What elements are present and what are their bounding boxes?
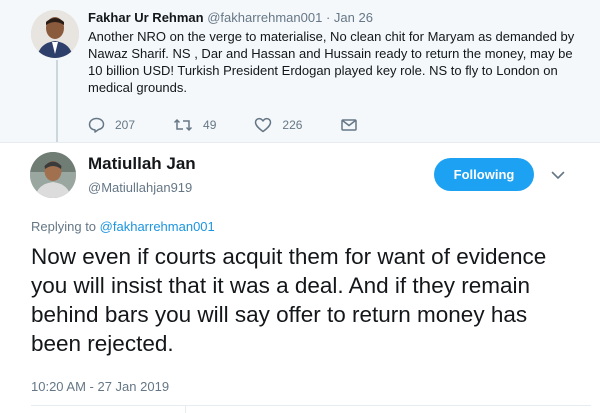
bottom-stats-divider [185,405,186,413]
more-options-button[interactable] [548,166,568,184]
like-count: 226 [282,118,303,132]
main-author-avatar[interactable] [30,152,76,198]
parent-tweet-header: Fakhar Ur Rehman @fakharrehman001 · Jan … [88,10,588,26]
bottom-divider [31,405,591,406]
direct-message-button[interactable] [340,117,368,133]
tweet-separator [0,142,600,143]
envelope-icon [341,119,358,131]
parent-tweet-actions: 207 49 226 [88,117,406,133]
main-author-name[interactable]: Matiullah Jan [88,154,196,174]
header-separator: · [325,10,331,25]
main-tweet-text: Now even if courts acquit them for want … [31,244,547,356]
heart-icon [255,117,272,133]
following-button[interactable]: Following [434,158,534,191]
reply-button[interactable]: 207 [88,117,135,133]
thread-connector-line [56,60,58,142]
main-author-handle[interactable]: @Matiullahjan919 [88,180,192,195]
parent-tweet-date[interactable]: Jan 26 [334,10,373,25]
replying-to-prefix: Replying to [31,219,97,234]
retweet-count: 49 [203,118,217,132]
parent-author-name[interactable]: Fakhar Ur Rehman [88,10,204,25]
parent-tweet[interactable]: Fakhar Ur Rehman @fakharrehman001 · Jan … [0,0,600,142]
parent-author-handle[interactable]: @fakharrehman001 [207,10,322,25]
reply-icon [88,117,105,133]
reply-count: 207 [115,118,136,132]
replying-to-line: Replying to @fakharrehman001 [31,219,215,234]
retweet-icon [174,118,193,132]
retweet-button[interactable]: 49 [173,117,216,133]
chevron-down-icon [551,171,565,179]
replying-to-link[interactable]: @fakharrehman001 [100,219,215,234]
parent-author-avatar[interactable] [31,10,79,58]
tweet-timestamp[interactable]: 10:20 AM - 27 Jan 2019 [31,379,169,394]
like-button[interactable]: 226 [254,117,302,133]
parent-tweet-text: Another NRO on the verge to materialise,… [88,29,575,95]
